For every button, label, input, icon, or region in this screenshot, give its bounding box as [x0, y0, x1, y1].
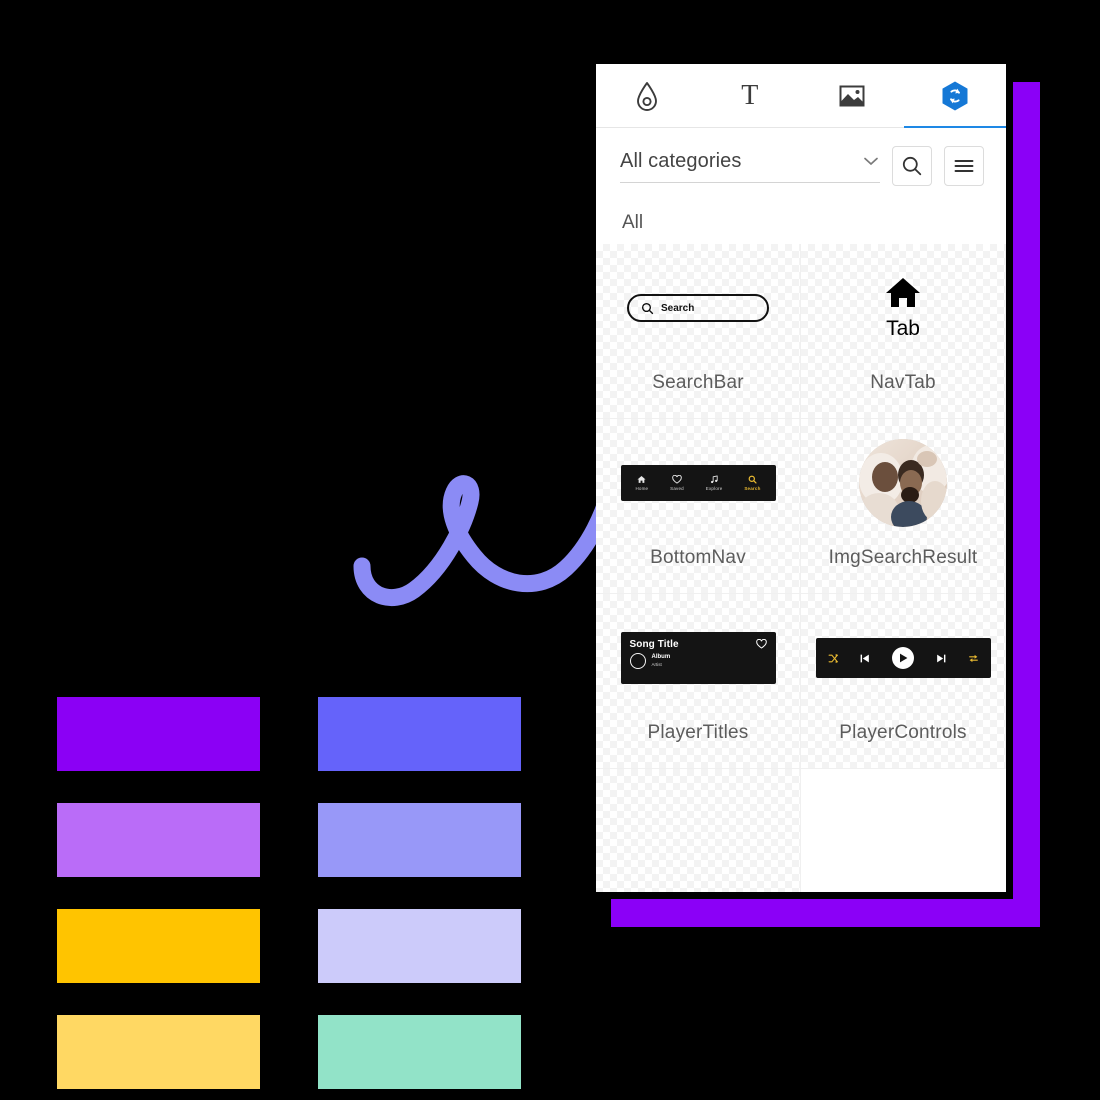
song-title: Song Title: [629, 639, 679, 650]
bottomnav-item-home: Home: [635, 475, 648, 491]
bottomnav-item-search: Search: [744, 475, 760, 491]
component-grid: Search SearchBar Tab NavTab Home Saved E…: [596, 244, 1006, 892]
swatch-row: [57, 1015, 521, 1089]
component-card-playercontrols[interactable]: PlayerControls: [801, 594, 1006, 769]
section-title: All: [622, 212, 644, 233]
navtab-label: Tab: [886, 317, 920, 340]
component-preview: [801, 419, 1005, 547]
bottomnav-item-label: Home: [635, 486, 649, 491]
category-select-label: All categories: [620, 149, 742, 172]
search-icon: [748, 475, 757, 484]
component-label: BottomNav: [650, 547, 746, 568]
search-icon: [902, 156, 922, 176]
component-preview: [596, 769, 800, 892]
color-swatch-light-amber[interactable]: [57, 1015, 260, 1089]
frame-accent-bottom: [611, 899, 1040, 927]
hexagon-sync-icon: [942, 81, 968, 110]
bottomnav-item-label: Saved: [670, 486, 684, 491]
screenshot-canvas: T All categories All Search SearchBar Ta…: [0, 0, 1100, 1100]
tab-text[interactable]: T: [699, 64, 802, 127]
component-card-empty: [801, 769, 1006, 892]
avatar-photo: [859, 439, 947, 527]
frame-accent-right: [1013, 82, 1040, 927]
swatch-row: [57, 697, 521, 771]
swatch-row: [57, 803, 521, 877]
searchbar-preview: Search: [627, 294, 769, 322]
tab-image[interactable]: [801, 64, 904, 127]
next-track-icon: [936, 654, 946, 662]
playercontrols-preview: [815, 638, 991, 678]
component-label: PlayerTitles: [647, 722, 749, 743]
search-icon: [641, 302, 654, 314]
shuffle-icon: [828, 653, 838, 663]
tab-color[interactable]: [596, 64, 699, 127]
playertitles-preview: Song Title Album Artist: [620, 632, 776, 684]
component-card-imgsearchresult[interactable]: ImgSearchResult: [801, 419, 1006, 594]
bottomnav-item-label: Explore: [705, 486, 723, 491]
swatch-row: [57, 909, 521, 983]
chevron-down-icon: [864, 157, 878, 166]
previous-track-icon: [860, 654, 870, 662]
component-card-partial[interactable]: [596, 769, 801, 892]
bottomnav-item-label: Search: [744, 486, 761, 491]
component-card-bottomnav[interactable]: Home Saved Explore Search BottomNav: [596, 419, 801, 594]
home-icon: [637, 475, 646, 483]
search-button[interactable]: [892, 146, 932, 186]
searchbar-placeholder: Search: [661, 302, 695, 314]
hamburger-menu-icon: [954, 160, 974, 172]
menu-button[interactable]: [944, 146, 984, 186]
component-label: PlayerControls: [839, 722, 967, 743]
plugin-panel: T All categories All Search SearchBar Ta…: [596, 64, 1006, 892]
color-swatch-lavender-mist[interactable]: [318, 909, 521, 983]
color-swatch-mint[interactable]: [318, 1015, 521, 1089]
heart-outline-icon: [755, 639, 767, 649]
music-icon: [710, 475, 718, 484]
repeat-icon: [968, 654, 978, 662]
panel-filter-row: All categories: [596, 128, 1006, 186]
bottomnav-preview: Home Saved Explore Search: [620, 465, 776, 501]
heart-icon: [672, 475, 682, 484]
color-swatch-amber[interactable]: [57, 909, 260, 983]
category-select[interactable]: All categories: [620, 150, 880, 183]
component-label: NavTab: [870, 372, 936, 393]
component-preview: Search: [596, 244, 800, 372]
avatar: [859, 439, 947, 527]
component-card-playertitles[interactable]: Song Title Album Artist PlayerTitles: [596, 594, 801, 769]
album-name: Album: [651, 654, 671, 661]
bottomnav-item-saved: Saved: [670, 475, 684, 491]
component-preview: Song Title Album Artist: [596, 594, 800, 722]
color-swatch-indigo-blue[interactable]: [318, 697, 521, 771]
color-swatch-light-violet[interactable]: [57, 803, 260, 877]
play-button[interactable]: [892, 647, 914, 669]
image-icon: [839, 85, 865, 106]
playertitles-meta: Album Artist: [629, 653, 767, 669]
bottomnav-item-explore: Explore: [706, 475, 723, 491]
component-label: SearchBar: [652, 372, 744, 393]
squiggle-swash-icon: [353, 475, 619, 607]
component-preview: Tab: [801, 244, 1005, 372]
component-preview: [801, 594, 1005, 722]
component-card-searchbar[interactable]: Search SearchBar: [596, 244, 801, 419]
play-icon: [899, 653, 907, 663]
component-preview: Home Saved Explore Search: [596, 419, 800, 547]
tab-components[interactable]: [903, 64, 1007, 128]
home-icon: [886, 278, 920, 307]
album-art-placeholder: [629, 653, 646, 669]
panel-tabbar: T: [596, 64, 1006, 128]
droplet-icon: [637, 81, 658, 111]
color-swatch-violet[interactable]: [57, 697, 260, 771]
color-swatch-grid: [57, 697, 521, 1089]
component-card-navtab[interactable]: Tab NavTab: [801, 244, 1006, 419]
artist-name: Artist: [651, 662, 662, 668]
color-swatch-periwinkle[interactable]: [318, 803, 521, 877]
navtab-preview: Tab: [884, 275, 922, 341]
text-t-icon: T: [741, 79, 759, 111]
component-label: ImgSearchResult: [828, 547, 978, 568]
